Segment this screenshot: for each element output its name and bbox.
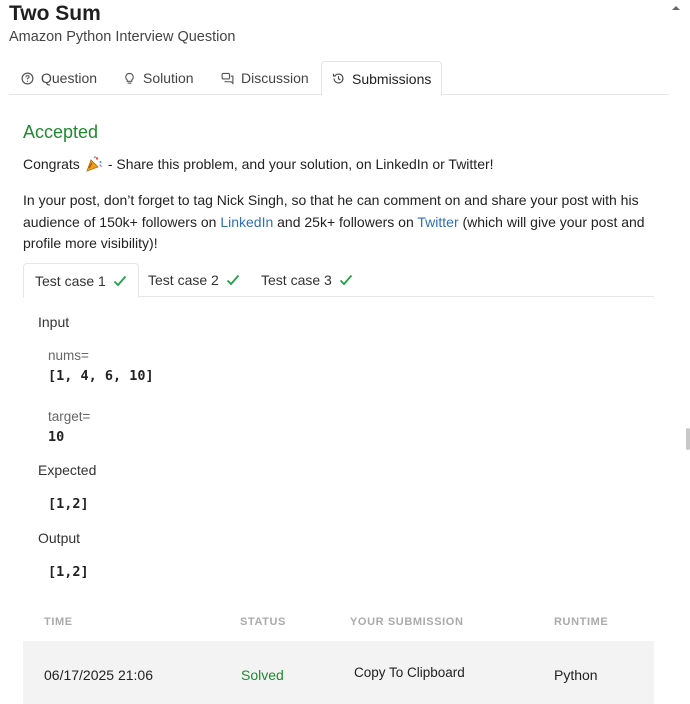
problem-tabs: Question Solution Discussion Submissions [9, 61, 669, 96]
party-popper-icon [86, 156, 102, 172]
test-case-1-label: Test case 1 [35, 272, 106, 289]
target-value: 10 [48, 429, 65, 445]
test-case-2-label: Test case 2 [148, 272, 219, 288]
lightbulb-icon [125, 72, 134, 84]
col-submission: YOUR SUBMISSION [350, 616, 464, 628]
chat-bubbles-icon [221, 72, 234, 85]
tab-solution[interactable]: Solution [113, 61, 204, 95]
check-icon [339, 274, 353, 286]
submission-status: Solved [241, 667, 284, 683]
col-runtime: RUNTIME [554, 616, 609, 628]
tab-discussion-label: Discussion [241, 70, 309, 86]
twitter-link[interactable]: Twitter [417, 214, 458, 230]
congrats-suffix: - Share this problem, and your solution,… [107, 156, 494, 172]
tab-submissions-label: Submissions [352, 70, 432, 87]
col-status: STATUS [240, 616, 286, 628]
congrats-prefix: Congrats [23, 156, 80, 172]
submission-time: 06/17/2025 21:06 [44, 667, 153, 683]
submissions-table-header: TIME STATUS YOUR SUBMISSION RUNTIME [23, 612, 654, 634]
congrats-message: Congrats - Share this problem, and your … [23, 155, 494, 173]
nums-label: nums= [48, 348, 89, 363]
history-icon [332, 73, 344, 84]
check-icon [226, 274, 240, 286]
scroll-up-icon[interactable] [670, 2, 682, 14]
scrollbar-thumb[interactable] [686, 428, 690, 450]
col-time: TIME [44, 616, 73, 628]
expected-heading: Expected [38, 462, 97, 478]
problem-title: Two Sum [9, 2, 101, 25]
tab-discussion[interactable]: Discussion [211, 61, 319, 95]
input-heading: Input [38, 314, 70, 330]
output-heading: Output [38, 530, 81, 546]
share-text-2: and 25k+ followers on [273, 213, 418, 230]
submission-runtime: Python [554, 667, 598, 683]
tab-test-case-2[interactable]: Test case 2 [137, 263, 251, 297]
test-case-tabs: Test case 1 Test case 2 Test case 3 [23, 263, 654, 298]
tab-question-label: Question [41, 70, 98, 86]
linkedin-link[interactable]: LinkedIn [220, 214, 273, 230]
check-icon [113, 275, 127, 286]
question-circle-icon [21, 72, 34, 84]
expected-value: [1,2] [48, 496, 89, 512]
result-status: Accepted [23, 122, 99, 142]
test-case-3-label: Test case 3 [261, 272, 332, 288]
output-value: [1,2] [48, 564, 89, 580]
copy-to-clipboard-button[interactable]: Copy To Clipboard [354, 665, 465, 680]
table-row: 06/17/2025 21:06 Solved Copy To Clipboar… [23, 641, 654, 704]
nums-value: [1, 4, 6, 10] [48, 368, 154, 384]
tab-question[interactable]: Question [11, 61, 107, 95]
tab-test-case-3[interactable]: Test case 3 [250, 263, 364, 297]
target-label: target= [48, 409, 91, 424]
share-paragraph: In your post, don’t forget to tag Nick S… [23, 190, 653, 255]
tab-submissions[interactable]: Submissions [321, 61, 443, 96]
tab-solution-label: Solution [143, 70, 194, 86]
problem-subtitle: Amazon Python Interview Question [9, 29, 236, 45]
tab-test-case-1[interactable]: Test case 1 [23, 263, 139, 298]
